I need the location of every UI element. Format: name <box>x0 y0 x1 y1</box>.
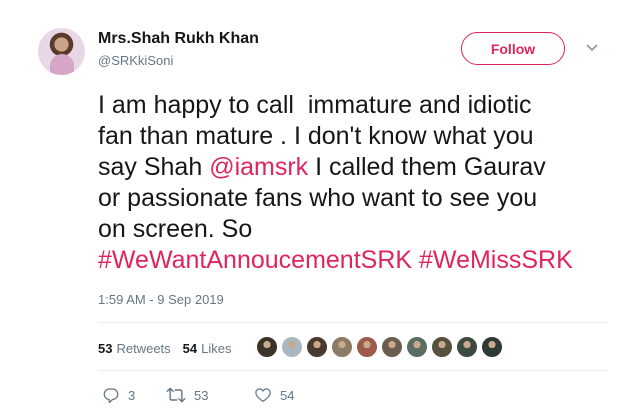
tweet-text-line: or passionate fans who want to see you <box>98 183 618 214</box>
liker-avatar[interactable] <box>281 336 303 358</box>
tweet-text-line: #WeWantAnnoucementSRK #WeMissSRK <box>98 245 618 276</box>
liker-avatar[interactable] <box>481 336 503 358</box>
liker-avatar[interactable] <box>331 336 353 358</box>
author-handle[interactable]: @SRKkiSoni <box>98 53 173 68</box>
liker-avatar[interactable] <box>256 336 278 358</box>
liker-avatar[interactable] <box>456 336 478 358</box>
tweet-text-line: I am happy to call immature and idiotic <box>98 90 618 121</box>
liker-avatar[interactable] <box>356 336 378 358</box>
tweet-text-line: fan than mature . I don't know what you <box>98 121 618 152</box>
retweets-count: 53 <box>98 340 113 356</box>
hashtag-link[interactable]: #WeMissSRK <box>419 246 573 274</box>
retweet-count: 53 <box>194 387 209 403</box>
tweet-text-segment: or passionate fans who want to see you <box>98 184 538 212</box>
retweets-stat[interactable]: 53 Retweets <box>98 341 171 356</box>
liker-avatars <box>256 336 503 358</box>
tweet-text-segment: I called them Gaurav <box>308 153 546 181</box>
tweet-stats: 53 Retweets 54 Likes <box>98 338 244 358</box>
tweet-actions: 3 53 54 <box>102 386 314 404</box>
tweet-text-line: on screen. So <box>98 214 618 245</box>
retweet-icon <box>166 386 186 404</box>
liker-avatar[interactable] <box>406 336 428 358</box>
like-count: 54 <box>280 387 295 403</box>
liker-avatar[interactable] <box>381 336 403 358</box>
likes-stat[interactable]: 54 Likes <box>183 341 232 356</box>
tweet-text-segment: on screen. So <box>98 215 253 243</box>
tweet-text-segment: fan than mature . I don't know what you <box>98 122 534 150</box>
heart-icon <box>254 386 272 404</box>
follow-button[interactable]: Follow <box>461 32 565 65</box>
chevron-down-icon[interactable] <box>586 42 598 54</box>
tweet-text: I am happy to call immature and idiotic f… <box>98 90 618 276</box>
tweet-timestamp[interactable]: 1:59 AM - 9 Sep 2019 <box>98 292 224 307</box>
likes-count: 54 <box>182 340 198 356</box>
like-button[interactable]: 54 <box>254 386 314 404</box>
avatar[interactable] <box>38 28 85 75</box>
tweet-text-segment <box>412 246 419 274</box>
mention-link[interactable]: @iamsrk <box>209 153 308 181</box>
tweet-card: Mrs.Shah Rukh Khan @SRKkiSoni Follow I a… <box>0 0 639 420</box>
divider <box>98 322 608 323</box>
tweet-text-segment: I am happy to call immature and idiotic <box>98 91 532 119</box>
hashtag-link[interactable]: #WeWantAnnoucementSRK <box>98 246 412 274</box>
likes-label: Likes <box>201 340 232 356</box>
tweet-text-segment: say Shah <box>98 153 210 181</box>
divider <box>98 370 608 371</box>
liker-avatar[interactable] <box>306 336 328 358</box>
reply-count: 3 <box>128 387 136 403</box>
retweets-label: Retweets <box>116 340 171 356</box>
retweet-button[interactable]: 53 <box>166 386 254 404</box>
reply-button[interactable]: 3 <box>102 386 166 404</box>
author-display-name[interactable]: Mrs.Shah Rukh Khan <box>98 30 259 48</box>
tweet-text-line: say Shah @iamsrk I called them Gaurav <box>98 152 618 183</box>
reply-icon <box>102 386 120 404</box>
liker-avatar[interactable] <box>431 336 453 358</box>
